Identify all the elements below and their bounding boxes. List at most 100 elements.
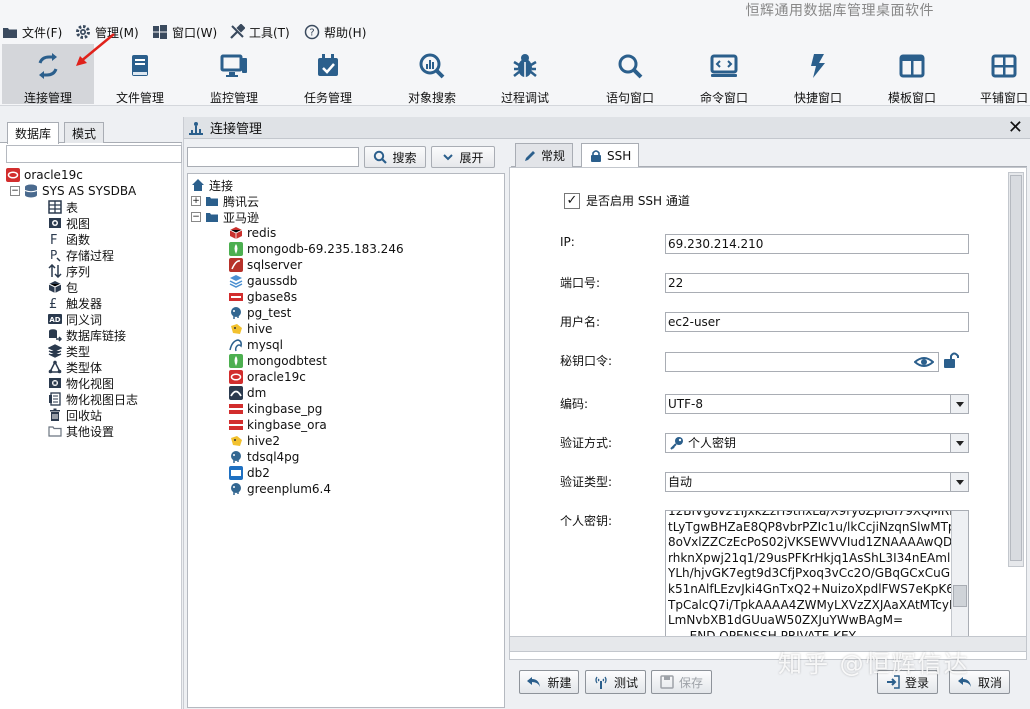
expand-toggle-icon[interactable]: + bbox=[191, 196, 201, 206]
function-icon: F bbox=[50, 233, 57, 246]
new-button[interactable]: 新建 bbox=[519, 670, 579, 694]
test-button[interactable]: 测试 bbox=[585, 670, 646, 694]
encoding-select[interactable]: UTF-8 bbox=[665, 394, 969, 414]
key-scrollbar[interactable] bbox=[951, 511, 968, 637]
tree-node-label: oracle19c bbox=[24, 168, 83, 182]
collapse-toggle-icon[interactable]: − bbox=[191, 212, 201, 222]
object-browser-search-input[interactable] bbox=[6, 145, 182, 163]
ssh-enable-row: ✓ 是否启用 SSH 通道 bbox=[564, 192, 690, 209]
tree-node-sqlserver[interactable]: sqlserver bbox=[229, 257, 302, 273]
tree-node-types[interactable]: 类型 bbox=[48, 343, 90, 359]
tree-node-label: redis bbox=[247, 226, 277, 240]
tab-schema[interactable]: 模式 bbox=[64, 122, 105, 143]
connection-manager-dialog: 连接管理 ✕ 搜索 展开 连接 + 腾讯云 − 亚马逊 redis mongod… bbox=[183, 117, 1030, 709]
tree-node-pg-test[interactable]: pg_test bbox=[229, 305, 291, 321]
tree-node-kingbase-ora[interactable]: kingbase_ora bbox=[229, 417, 327, 433]
tree-node-packages[interactable]: 包 bbox=[48, 279, 78, 295]
tree-node-dm[interactable]: dm bbox=[229, 385, 266, 401]
tree-node-tables[interactable]: 表 bbox=[48, 199, 78, 215]
toolbar-object-search[interactable]: 对象搜索 bbox=[386, 44, 478, 105]
passphrase-field[interactable] bbox=[665, 352, 939, 372]
collapse-toggle-icon[interactable]: − bbox=[10, 186, 20, 196]
port-label: 端口号: bbox=[560, 276, 601, 290]
connection-search-input[interactable] bbox=[187, 147, 359, 167]
tree-node-amazon[interactable]: − 亚马逊 bbox=[191, 209, 259, 225]
tab-database[interactable]: 数据库 bbox=[7, 122, 60, 144]
tab-general[interactable]: 常规 bbox=[515, 143, 574, 167]
tree-node-tencent-cloud[interactable]: + 腾讯云 bbox=[191, 193, 259, 209]
tree-node-procedures[interactable]: P 存储过程 bbox=[48, 247, 114, 263]
tree-node-gbase8s[interactable]: gbase8s bbox=[229, 289, 297, 305]
tree-node-db2[interactable]: db2 bbox=[229, 465, 270, 481]
tree-node-materialized-views[interactable]: 物化视图 bbox=[48, 375, 114, 391]
trigger-icon: £ bbox=[49, 297, 57, 310]
tab-ssh[interactable]: SSH bbox=[581, 143, 640, 168]
tree-node-mongodb-ip[interactable]: mongodb-69.235.183.246 bbox=[229, 241, 404, 257]
eye-icon[interactable] bbox=[914, 354, 934, 370]
tree-node-hive2[interactable]: hive2 bbox=[229, 433, 280, 449]
tree-node-recycle-bin[interactable]: 回收站 bbox=[48, 407, 102, 423]
toolbar-debugger[interactable]: 过程调试 bbox=[479, 44, 571, 105]
tree-node-label: mongodbtest bbox=[247, 354, 327, 368]
key-line: YLh/hjvGK7egt9d3CfjPxoq3vCc2O/GBqGCxCuG bbox=[668, 566, 951, 581]
tree-node-triggers[interactable]: £ 触发器 bbox=[48, 295, 102, 311]
sequence-icon bbox=[48, 264, 62, 278]
tree-node-synonyms[interactable]: AD 同义词 bbox=[48, 311, 102, 327]
tree-node-hive[interactable]: hive bbox=[229, 321, 272, 337]
toolbar-tile-windows[interactable]: 平铺窗口 bbox=[958, 44, 1030, 105]
tree-node-tdsql4pg[interactable]: tdsql4pg bbox=[229, 449, 299, 465]
form-vertical-scrollbar[interactable] bbox=[1008, 172, 1024, 567]
tree-node-sequences[interactable]: 序列 bbox=[48, 263, 90, 279]
ip-field[interactable]: 69.230.214.210 bbox=[665, 234, 969, 254]
toolbar-task-manager[interactable]: 任务管理 bbox=[282, 44, 374, 105]
search-button[interactable]: 搜索 bbox=[364, 146, 426, 168]
postgres-icon bbox=[231, 451, 241, 463]
type-icon bbox=[48, 344, 62, 358]
tree-node-gaussdb[interactable]: gaussdb bbox=[229, 273, 297, 289]
tree-node-functions[interactable]: F 函数 bbox=[48, 231, 90, 247]
tree-node-sysdba[interactable]: − SYS AS SYSDBA bbox=[10, 183, 136, 199]
tree-node-connections-root[interactable]: 连接 bbox=[191, 177, 233, 193]
menu-help[interactable]: ? 帮助(H) bbox=[304, 22, 366, 42]
tree-node-oracle19c[interactable]: oracle19c bbox=[229, 369, 306, 385]
tree-node-label: greenplum6.4 bbox=[247, 482, 331, 496]
auth-type-select[interactable]: 自动 bbox=[665, 472, 969, 492]
close-icon[interactable]: ✕ bbox=[1008, 118, 1023, 138]
auth-type-value: 自动 bbox=[668, 475, 693, 489]
tree-node-oracle19c[interactable]: oracle19c bbox=[6, 167, 83, 183]
tree-node-type-bodies[interactable]: 类型体 bbox=[48, 359, 102, 375]
tree-node-views[interactable]: 视图 bbox=[48, 215, 90, 231]
toolbar-label: 快捷窗口 bbox=[793, 91, 842, 105]
auth-method-select[interactable]: 个人密钥 bbox=[665, 433, 969, 453]
unlock-icon[interactable] bbox=[942, 351, 960, 369]
private-key-textarea[interactable]: 12BIVgov21IJxkZzH9tnxLa/X9ryoZpiGI79XQMR… bbox=[665, 510, 969, 638]
tree-node-mysql[interactable]: mysql bbox=[229, 337, 283, 353]
save-button[interactable]: 保存 bbox=[651, 670, 712, 694]
test-button-label: 测试 bbox=[613, 675, 638, 690]
postgres-icon bbox=[231, 483, 241, 495]
ssh-enable-checkbox[interactable]: ✓ bbox=[564, 192, 580, 209]
tree-node-other-settings[interactable]: 其他设置 bbox=[48, 423, 114, 439]
toolbar-quick-window[interactable]: 快捷窗口 bbox=[772, 44, 864, 105]
key-scroll-thumb[interactable] bbox=[953, 585, 967, 607]
expand-button[interactable]: 展开 bbox=[431, 146, 495, 168]
menu-window[interactable]: 窗口(W) bbox=[152, 22, 217, 42]
form-scroll-thumb[interactable] bbox=[1010, 175, 1022, 561]
toolbar-template-window[interactable]: 模板窗口 bbox=[866, 44, 958, 105]
key-line: k51nAlfLEzvJki4GnTxQ2+NuizoXpdlFWS7eKpK6 bbox=[668, 581, 951, 596]
tree-node-kingbase-pg[interactable]: kingbase_pg bbox=[229, 401, 322, 417]
menu-file[interactable]: 文件(F) bbox=[2, 22, 62, 42]
tree-node-mongodbtest[interactable]: mongodbtest bbox=[229, 353, 327, 369]
tree-node-greenplum[interactable]: greenplum6.4 bbox=[229, 481, 331, 497]
tree-node-db-links[interactable]: 数据库链接 bbox=[48, 327, 126, 343]
port-field[interactable]: 22 bbox=[665, 273, 969, 293]
username-field[interactable]: ec2-user bbox=[665, 312, 969, 332]
menu-tools[interactable]: 工具(T) bbox=[229, 22, 290, 42]
hive-icon bbox=[231, 436, 242, 446]
toolbar-statement-window[interactable]: 语句窗口 bbox=[584, 44, 676, 105]
search-icon bbox=[618, 54, 643, 79]
toolbar-command-window[interactable]: 命令窗口 bbox=[678, 44, 770, 105]
tree-node-mview-logs[interactable]: 物化视图日志 bbox=[48, 391, 138, 407]
toolbar-monitor-manager[interactable]: 监控管理 bbox=[188, 44, 280, 105]
tree-node-redis[interactable]: redis bbox=[229, 225, 276, 241]
